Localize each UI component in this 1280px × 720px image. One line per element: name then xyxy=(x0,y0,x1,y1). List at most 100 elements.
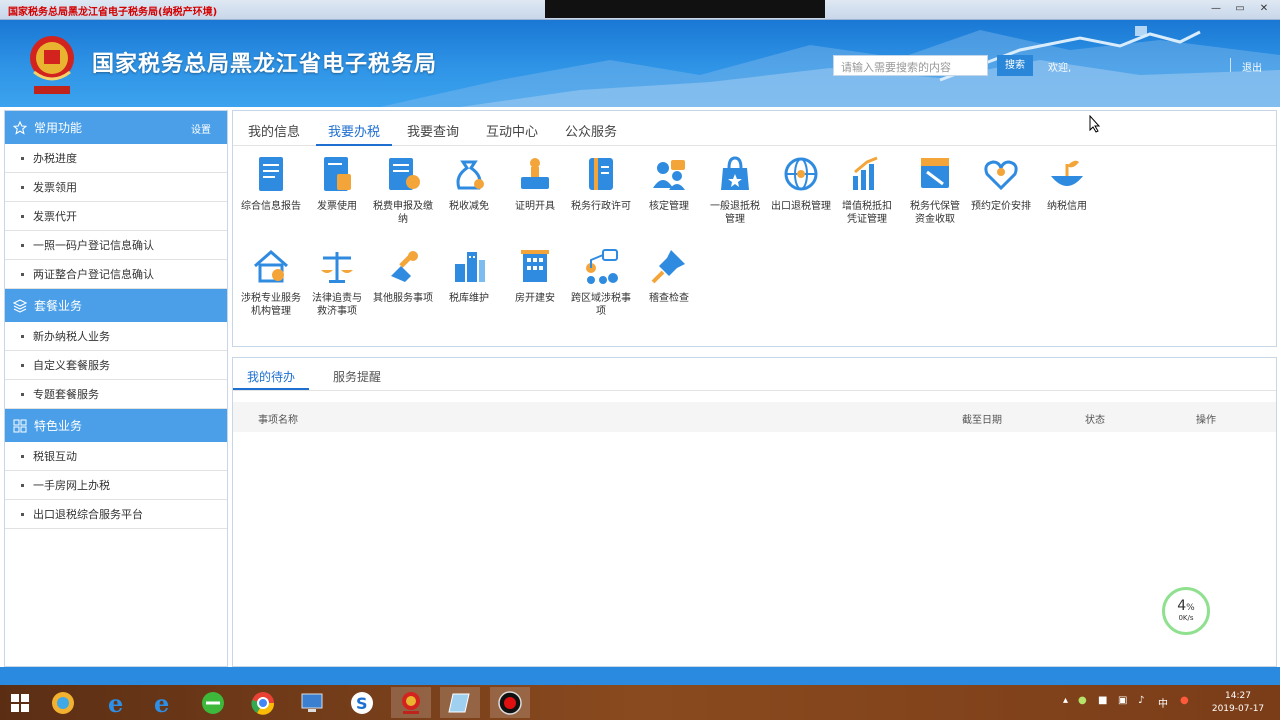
sogou-icon[interactable]: S xyxy=(342,687,382,718)
logout-link[interactable]: 退出 xyxy=(1242,59,1262,74)
star-icon xyxy=(12,120,28,135)
column-header: 事项名称 xyxy=(258,415,298,426)
tab-my-info[interactable]: 我的信息 xyxy=(248,121,300,140)
volume-icon[interactable]: ♪ xyxy=(1138,695,1144,706)
search-button[interactable]: 搜索 xyxy=(997,55,1033,76)
sidebar-item[interactable]: 办税进度 xyxy=(5,144,227,173)
service-agency-management[interactable]: 涉税专业服务 机构管理 xyxy=(239,246,303,318)
service-refund-credit[interactable]: 一般退抵税 管理 xyxy=(703,154,767,226)
bar-chart-icon xyxy=(853,156,878,190)
globe-icon xyxy=(784,157,818,191)
service-label: 税费申报及缴纳 xyxy=(373,201,433,225)
service-pricing-arrangement[interactable]: 预约定价安排 xyxy=(969,154,1033,213)
computer-icon[interactable] xyxy=(292,687,332,718)
360-browser-icon[interactable] xyxy=(193,687,233,718)
ie-icon[interactable]: e xyxy=(98,687,138,718)
network-speed-widget[interactable]: 4% 0K/s xyxy=(1162,587,1210,635)
bullet-dot xyxy=(21,512,24,516)
sogou-tray-icon[interactable]: ● xyxy=(1180,695,1189,706)
sidebar-item-label: 新办纳税人业务 xyxy=(33,330,110,343)
sidebar-item[interactable]: 发票代开 xyxy=(5,202,227,231)
sidebar: 常用功能 设置 办税进度 发票领用 发票代开 一照一码户登记信息确认 两证整合户… xyxy=(4,110,228,667)
bullet-dot xyxy=(21,243,24,247)
search-input[interactable]: 请输入需要搜索的内容 xyxy=(833,55,988,76)
sidebar-item[interactable]: 出口退税综合服务平台 xyxy=(5,500,227,529)
sidebar-item-label: 两证整合户登记信息确认 xyxy=(33,268,154,281)
invoice-icon xyxy=(324,157,351,191)
scales-icon xyxy=(321,252,353,283)
bullet-dot xyxy=(21,392,24,396)
maximize-icon[interactable]: ▭ xyxy=(1230,2,1250,16)
windows-start-icon[interactable] xyxy=(0,687,40,718)
ie-icon[interactable]: e xyxy=(144,687,184,718)
sidebar-item[interactable]: 发票领用 xyxy=(5,173,227,202)
360-icon[interactable] xyxy=(43,687,83,718)
tray-app-icon[interactable]: ■ xyxy=(1098,695,1107,706)
sidebar-group-title: 常用功能 xyxy=(34,121,83,135)
tray-arrow-icon[interactable]: ▴ xyxy=(1063,695,1068,706)
settings-link[interactable]: 设置 xyxy=(191,121,211,136)
ime-indicator[interactable]: 中 xyxy=(1158,695,1168,710)
service-fund-custody[interactable]: 税务代保管 资金收取 xyxy=(903,154,967,226)
mouse-cursor-icon xyxy=(1089,115,1101,133)
service-label: 增值税抵扣 xyxy=(842,201,892,212)
service-tax-reduction[interactable]: 税收减免 xyxy=(437,154,501,213)
service-treasury-maintenance[interactable]: 税库维护 xyxy=(437,246,501,305)
tray-360-icon[interactable]: ● xyxy=(1078,695,1087,706)
notebook-icon[interactable] xyxy=(440,687,480,718)
percent-sign: % xyxy=(1186,603,1195,613)
service-label-line2: 资金收取 xyxy=(915,214,955,225)
service-export-refund[interactable]: 出口退税管理 xyxy=(769,154,833,213)
window-bottom-strip xyxy=(0,667,1280,685)
clock-date: 2019-07-17 xyxy=(1211,704,1265,714)
bullet-dot xyxy=(21,334,24,338)
service-cross-region[interactable]: 跨区域涉税事项 xyxy=(569,246,633,318)
tab-query[interactable]: 我要查询 xyxy=(407,121,459,140)
sidebar-group-common[interactable]: 常用功能 设置 xyxy=(5,111,227,144)
service-vat-deduction[interactable]: 增值税抵扣 凭证管理 xyxy=(835,154,899,226)
chrome-icon[interactable] xyxy=(243,687,283,718)
sidebar-item[interactable]: 新办纳税人业务 xyxy=(5,322,227,351)
service-invoice-use[interactable]: 发票使用 xyxy=(305,154,369,213)
service-other-matters[interactable]: 其他服务事项 xyxy=(371,246,435,305)
sidebar-item[interactable]: 自定义套餐服务 xyxy=(5,351,227,380)
site-header: 国家税务总局黑龙江省电子税务局 请输入需要搜索的内容 搜索 欢迎, 退出 xyxy=(0,20,1280,107)
sidebar-item-label: 一照一码户登记信息确认 xyxy=(33,239,154,252)
sidebar-item[interactable]: 一照一码户登记信息确认 xyxy=(5,231,227,260)
service-real-estate[interactable]: 房开建安 xyxy=(503,246,567,305)
service-declaration-payment[interactable]: 税费申报及缴纳 xyxy=(371,154,435,226)
sidebar-group-packages[interactable]: 套餐业务 xyxy=(5,289,227,322)
service-admin-license[interactable]: 税务行政许可 xyxy=(569,154,633,213)
svg-text:S: S xyxy=(356,694,368,713)
service-label: 一般退抵税 xyxy=(710,201,760,212)
active-tab-indicator xyxy=(316,144,392,146)
tab-public-service[interactable]: 公众服务 xyxy=(565,121,617,140)
minimize-icon[interactable]: — xyxy=(1206,2,1226,16)
service-comprehensive-report[interactable]: 综合信息报告 xyxy=(239,154,303,213)
bullet-dot xyxy=(21,156,24,160)
service-inspection[interactable]: 稽查检查 xyxy=(637,246,701,305)
service-label: 涉税专业服务 xyxy=(241,293,301,304)
service-legal-remedy[interactable]: 法律追责与 救济事项 xyxy=(305,246,369,318)
sidebar-item[interactable]: 两证整合户登记信息确认 xyxy=(5,260,227,289)
service-assessment[interactable]: 核定管理 xyxy=(637,154,701,213)
sidebar-item[interactable]: 专题套餐服务 xyxy=(5,380,227,409)
tab-interaction[interactable]: 互动中心 xyxy=(486,121,538,140)
sidebar-item[interactable]: 一手房网上办税 xyxy=(5,471,227,500)
network-icon[interactable]: ▣ xyxy=(1118,695,1127,706)
taskbar-clock[interactable]: 14:27 2019-07-17 xyxy=(1208,690,1268,716)
sidebar-group-featured[interactable]: 特色业务 xyxy=(5,409,227,442)
site-title: 国家税务总局黑龙江省电子税务局 xyxy=(92,52,438,77)
tab-tax-handling[interactable]: 我要办税 xyxy=(328,121,380,140)
service-label: 房开建安 xyxy=(515,293,555,304)
sidebar-item[interactable]: 税银互动 xyxy=(5,442,227,471)
service-certificate[interactable]: 证明开具 xyxy=(503,154,567,213)
record-icon[interactable] xyxy=(490,687,530,718)
service-tax-credit[interactable]: 纳税信用 xyxy=(1035,154,1099,213)
sidebar-item-label: 自定义套餐服务 xyxy=(33,359,110,372)
tab-service-reminder[interactable]: 服务提醒 xyxy=(333,368,381,385)
service-label: 税收减免 xyxy=(449,201,489,212)
tax-emblem-icon[interactable] xyxy=(391,687,431,718)
tab-my-todo[interactable]: 我的待办 xyxy=(247,368,295,385)
close-icon[interactable]: ✕ xyxy=(1254,2,1274,16)
